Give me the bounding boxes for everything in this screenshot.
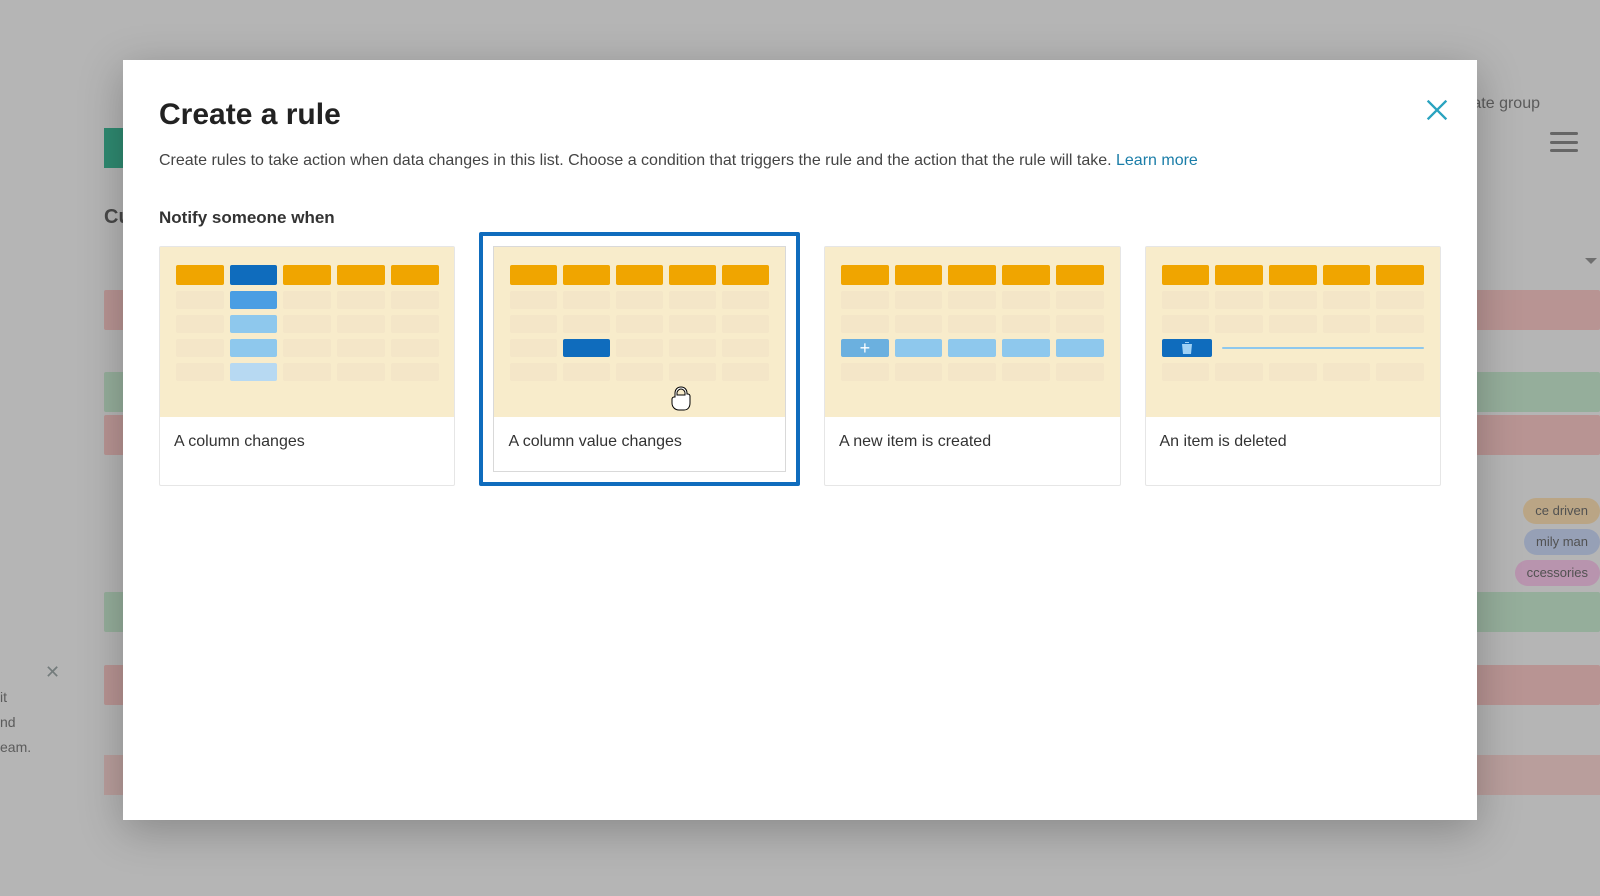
card-item-deleted[interactable]: An item is deleted (1145, 246, 1441, 486)
card-thumbnail (1146, 247, 1440, 417)
card-new-item-created[interactable]: + A new item is created (824, 246, 1120, 486)
section-label: Notify someone when (159, 208, 1441, 228)
rule-template-cards: A column changes A column value changes (159, 246, 1441, 486)
card-thumbnail (160, 247, 454, 417)
close-button[interactable] (1423, 96, 1451, 124)
card-thumbnail: + (825, 247, 1119, 417)
learn-more-link[interactable]: Learn more (1116, 152, 1198, 169)
trash-icon (1162, 339, 1213, 357)
card-label: A column value changes (494, 417, 785, 471)
dialog-description: Create rules to take action when data ch… (159, 152, 1441, 170)
card-label: An item is deleted (1146, 417, 1440, 471)
card-column-value-changes[interactable]: A column value changes (479, 232, 800, 486)
card-column-changes[interactable]: A column changes (159, 246, 455, 486)
plus-icon: + (841, 339, 889, 357)
create-rule-dialog: Create a rule Create rules to take actio… (123, 60, 1477, 820)
card-thumbnail (494, 247, 785, 417)
card-label: A new item is created (825, 417, 1119, 471)
card-label: A column changes (160, 417, 454, 471)
dialog-title: Create a rule (159, 98, 1441, 132)
